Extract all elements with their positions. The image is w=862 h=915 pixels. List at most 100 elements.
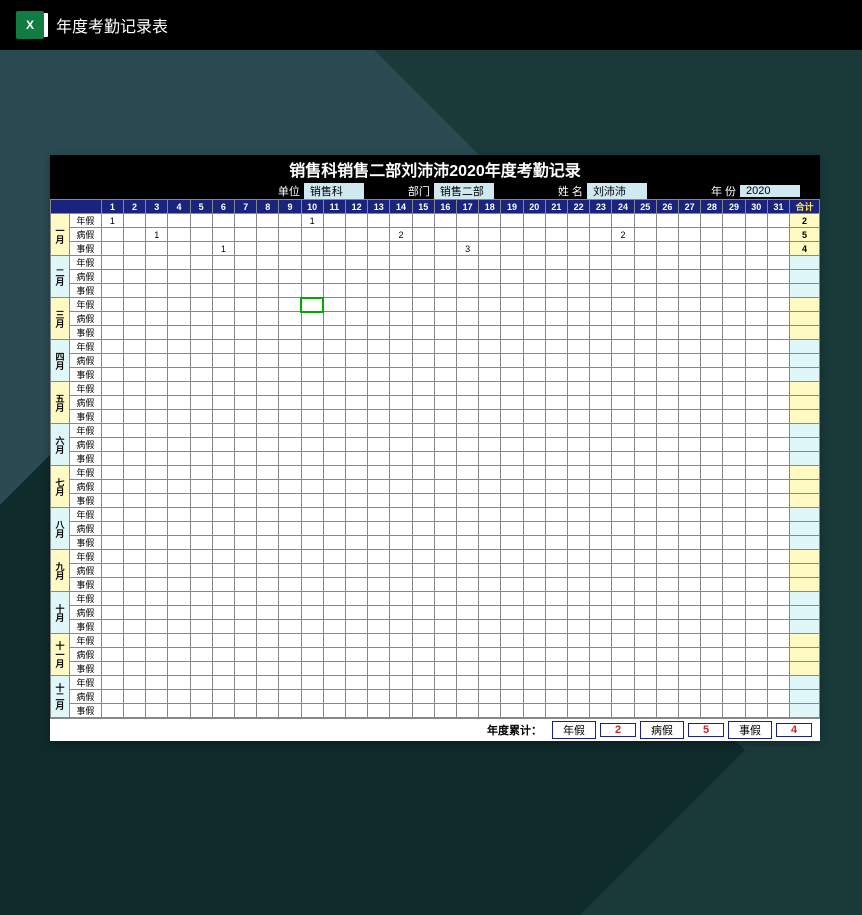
data-cell[interactable]	[345, 396, 367, 410]
data-cell[interactable]	[479, 242, 501, 256]
data-cell[interactable]	[301, 298, 323, 312]
data-cell[interactable]	[434, 592, 456, 606]
year-value[interactable]: 2020	[740, 185, 800, 197]
data-cell[interactable]	[679, 578, 701, 592]
data-cell[interactable]	[123, 634, 145, 648]
data-cell[interactable]	[656, 466, 678, 480]
data-cell[interactable]	[368, 494, 390, 508]
data-cell[interactable]	[279, 354, 301, 368]
data-cell[interactable]	[523, 620, 545, 634]
data-cell[interactable]	[479, 270, 501, 284]
data-cell[interactable]	[634, 522, 656, 536]
data-cell[interactable]	[368, 256, 390, 270]
data-cell[interactable]	[523, 298, 545, 312]
data-cell[interactable]	[568, 578, 590, 592]
data-cell[interactable]	[701, 326, 723, 340]
data-cell[interactable]	[723, 634, 745, 648]
data-cell[interactable]	[767, 270, 789, 284]
data-cell[interactable]	[612, 648, 634, 662]
data-cell[interactable]	[745, 270, 767, 284]
data-cell[interactable]	[479, 704, 501, 718]
data-cell[interactable]	[101, 494, 123, 508]
data-cell[interactable]	[323, 508, 345, 522]
data-cell[interactable]	[234, 340, 256, 354]
data-cell[interactable]	[523, 690, 545, 704]
data-cell[interactable]	[634, 564, 656, 578]
data-cell[interactable]	[612, 550, 634, 564]
data-cell[interactable]	[434, 634, 456, 648]
data-cell[interactable]	[590, 382, 612, 396]
data-cell[interactable]	[123, 256, 145, 270]
data-cell[interactable]	[701, 284, 723, 298]
data-cell[interactable]	[745, 690, 767, 704]
data-cell[interactable]	[612, 396, 634, 410]
data-cell[interactable]	[101, 298, 123, 312]
data-cell[interactable]	[390, 466, 412, 480]
data-cell[interactable]	[323, 662, 345, 676]
data-cell[interactable]	[390, 396, 412, 410]
data-cell[interactable]	[146, 480, 168, 494]
data-cell[interactable]	[767, 564, 789, 578]
data-cell[interactable]	[190, 312, 212, 326]
data-cell[interactable]	[301, 466, 323, 480]
data-cell[interactable]	[101, 382, 123, 396]
data-cell[interactable]	[368, 522, 390, 536]
data-cell[interactable]	[190, 382, 212, 396]
data-cell[interactable]	[545, 634, 567, 648]
data-cell[interactable]	[123, 592, 145, 606]
data-cell[interactable]	[679, 690, 701, 704]
data-cell[interactable]	[345, 690, 367, 704]
data-cell[interactable]	[656, 606, 678, 620]
data-cell[interactable]	[323, 690, 345, 704]
data-cell[interactable]	[146, 606, 168, 620]
data-cell[interactable]	[767, 368, 789, 382]
data-cell[interactable]	[545, 354, 567, 368]
data-cell[interactable]	[146, 284, 168, 298]
data-cell[interactable]	[723, 326, 745, 340]
data-cell[interactable]	[634, 550, 656, 564]
data-cell[interactable]	[745, 410, 767, 424]
data-cell[interactable]	[123, 676, 145, 690]
data-cell[interactable]	[301, 452, 323, 466]
data-cell[interactable]	[390, 298, 412, 312]
data-cell[interactable]	[568, 494, 590, 508]
data-cell[interactable]	[101, 284, 123, 298]
data-cell[interactable]	[656, 284, 678, 298]
data-cell[interactable]	[257, 676, 279, 690]
data-cell[interactable]	[168, 382, 190, 396]
data-cell[interactable]	[767, 396, 789, 410]
data-cell[interactable]	[279, 424, 301, 438]
data-cell[interactable]	[568, 382, 590, 396]
data-cell[interactable]	[101, 466, 123, 480]
data-cell[interactable]	[523, 410, 545, 424]
data-cell[interactable]	[568, 452, 590, 466]
data-cell[interactable]	[234, 592, 256, 606]
data-cell[interactable]	[301, 592, 323, 606]
data-cell[interactable]	[767, 606, 789, 620]
data-cell[interactable]	[301, 536, 323, 550]
data-cell[interactable]	[323, 438, 345, 452]
data-cell[interactable]	[545, 214, 567, 228]
data-cell[interactable]	[545, 424, 567, 438]
data-cell[interactable]	[146, 382, 168, 396]
data-cell[interactable]	[368, 326, 390, 340]
data-cell[interactable]	[212, 662, 234, 676]
data-cell[interactable]	[501, 284, 523, 298]
data-cell[interactable]	[612, 214, 634, 228]
data-cell[interactable]	[457, 564, 479, 578]
data-cell[interactable]	[545, 648, 567, 662]
data-cell[interactable]	[434, 326, 456, 340]
data-cell[interactable]	[701, 606, 723, 620]
data-cell[interactable]	[168, 354, 190, 368]
data-cell[interactable]	[212, 214, 234, 228]
data-cell[interactable]	[123, 648, 145, 662]
data-cell[interactable]	[590, 242, 612, 256]
data-cell[interactable]	[745, 704, 767, 718]
data-cell[interactable]	[701, 578, 723, 592]
data-cell[interactable]	[634, 354, 656, 368]
data-cell[interactable]	[479, 368, 501, 382]
data-cell[interactable]	[190, 354, 212, 368]
data-cell[interactable]	[656, 326, 678, 340]
data-cell[interactable]	[257, 228, 279, 242]
data-cell[interactable]	[368, 396, 390, 410]
